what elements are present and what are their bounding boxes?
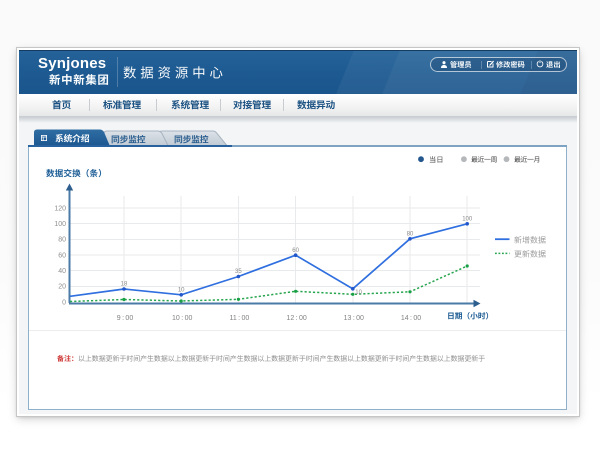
svg-text:10: 10: [355, 290, 362, 296]
svg-text:10: 10: [178, 287, 185, 293]
svg-text:60: 60: [292, 248, 299, 254]
svg-text:0: 0: [62, 299, 66, 306]
svg-text:18: 18: [121, 281, 128, 287]
svg-text:20: 20: [58, 284, 66, 291]
svg-text:11 : 00: 11 : 00: [229, 315, 249, 322]
svg-text:100: 100: [54, 221, 66, 228]
svg-text:35: 35: [235, 269, 242, 275]
svg-text:100: 100: [462, 216, 473, 222]
svg-text:40: 40: [58, 268, 66, 275]
svg-text:13 : 00: 13 : 00: [344, 315, 364, 322]
svg-text:14 : 00: 14 : 00: [401, 315, 421, 322]
svg-text:9 : 00: 9 : 00: [117, 315, 134, 322]
svg-text:12 : 00: 12 : 00: [286, 315, 306, 322]
svg-text:120: 120: [54, 205, 66, 212]
svg-text:80: 80: [58, 237, 66, 244]
svg-text:60: 60: [58, 252, 66, 259]
svg-text:10 : 00: 10 : 00: [172, 315, 192, 322]
svg-text:80: 80: [407, 231, 414, 237]
